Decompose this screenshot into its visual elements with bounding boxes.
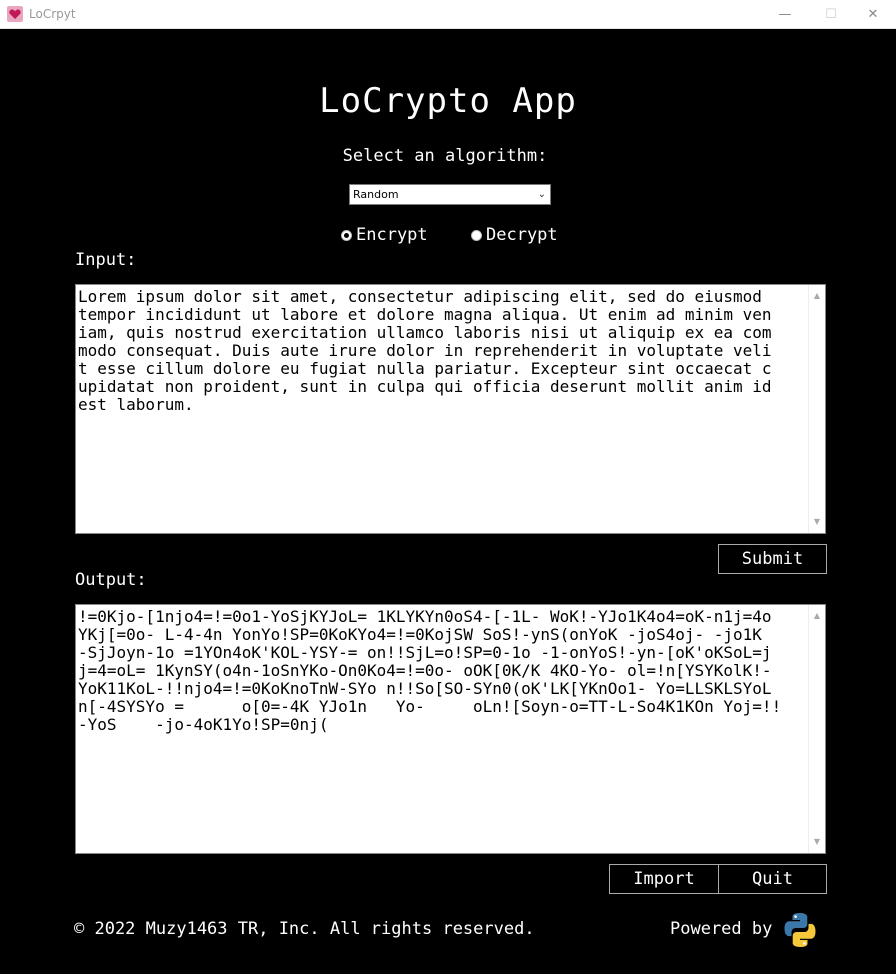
radio-selected-icon	[341, 229, 352, 241]
scroll-down-icon[interactable]: ▼	[809, 513, 825, 531]
import-button[interactable]: Import	[609, 864, 719, 894]
maximize-button[interactable]: ☐	[808, 0, 854, 29]
app-title: LoCrypto App	[319, 81, 577, 121]
algorithm-selected-value: Random	[353, 188, 399, 201]
scroll-down-icon[interactable]: ▼	[809, 833, 825, 851]
submit-button[interactable]: Submit	[718, 544, 827, 574]
powered-by-text: Powered by	[670, 919, 773, 939]
minimize-button[interactable]: —	[762, 0, 808, 29]
output-textarea[interactable]: !=0Kjo-[1njo4=!=0o1-YoSjKYJoL= 1KLYKYn0o…	[75, 604, 826, 854]
output-text: !=0Kjo-[1njo4=!=0o1-YoSjKYJoL= 1KLYKYn0o…	[78, 608, 782, 734]
scroll-up-icon[interactable]: ▲	[809, 287, 825, 305]
encrypt-radio[interactable]: Encrypt	[341, 225, 428, 245]
output-label: Output:	[75, 570, 147, 590]
input-text: Lorem ipsum dolor sit amet, consectetur …	[78, 288, 772, 414]
heart-app-icon	[7, 6, 23, 22]
window-title: LoCrpyt	[29, 7, 76, 21]
quit-button[interactable]: Quit	[718, 864, 827, 894]
close-button[interactable]: ✕	[850, 0, 896, 29]
chevron-down-icon: ⌄	[537, 189, 546, 200]
input-label: Input:	[75, 250, 137, 270]
scroll-up-icon[interactable]: ▲	[809, 607, 825, 625]
algorithm-label: Select an algorithm:	[342, 146, 548, 166]
input-textarea[interactable]: Lorem ipsum dolor sit amet, consectetur …	[75, 284, 826, 534]
app-body: LoCrypto App Select an algorithm: Random…	[0, 29, 896, 974]
encrypt-radio-label: Encrypt	[356, 225, 428, 245]
decrypt-radio-label: Decrypt	[486, 225, 558, 245]
title-bar: LoCrpyt — ☐ ✕	[0, 0, 896, 29]
input-scrollbar[interactable]: ▲ ▼	[808, 285, 825, 533]
copyright-text: © 2022 Muzy1463 TR, Inc. All rights rese…	[74, 919, 535, 939]
output-scrollbar[interactable]: ▲ ▼	[808, 605, 825, 853]
radio-unselected-icon	[471, 229, 482, 241]
algorithm-select[interactable]: Random ⌄	[349, 184, 551, 205]
decrypt-radio[interactable]: Decrypt	[471, 225, 558, 245]
python-logo-icon	[784, 913, 816, 947]
